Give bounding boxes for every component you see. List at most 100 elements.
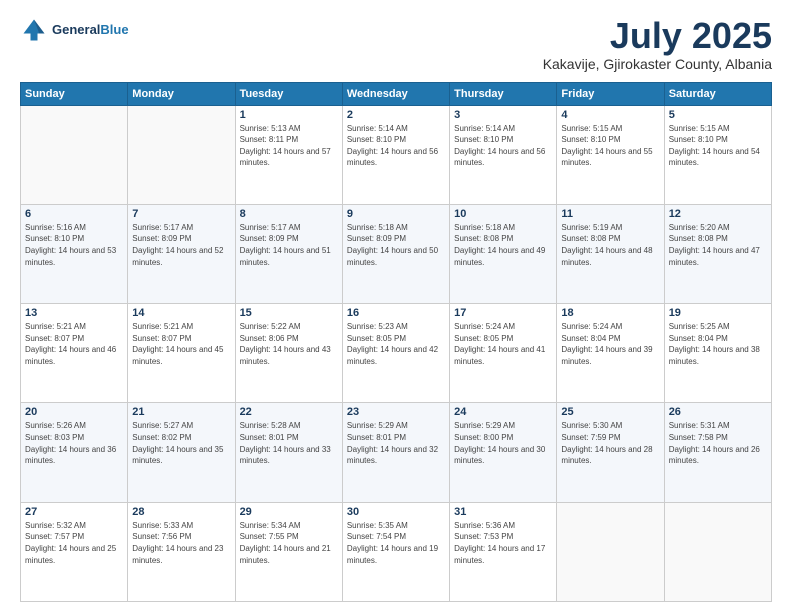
daylight-text: Daylight: 14 hours and 51 minutes. <box>240 246 331 267</box>
sunrise-text: Sunrise: 5:24 AM <box>561 322 622 331</box>
sunrise-text: Sunrise: 5:17 AM <box>132 223 193 232</box>
sunrise-text: Sunrise: 5:19 AM <box>561 223 622 232</box>
day-info: Sunrise: 5:34 AMSunset: 7:55 PMDaylight:… <box>240 520 338 566</box>
sunrise-text: Sunrise: 5:15 AM <box>669 124 730 133</box>
calendar-cell-2-2: 15 Sunrise: 5:22 AM Sunset: 8:06 PM Dayligh… <box>235 304 342 403</box>
sunrise-text: Sunrise: 5:22 AM <box>240 322 301 331</box>
calendar-cell-2-4: 17Sunrise: 5:24 AMSunset: 8:05 PMDayligh… <box>450 304 557 403</box>
sunrise-text: Sunrise: 5:27 AM <box>132 421 193 430</box>
day-info: Sunrise: 5:24 AM Sunset: 8:05 PM Daylight:… <box>454 321 552 367</box>
sunset-text: Sunset: 8:06 PM <box>240 334 299 343</box>
sunset-text: Sunset: 8:07 PM <box>132 334 191 343</box>
sunrise-text: Sunrise: 5:29 AM <box>454 421 515 430</box>
day-info: Sunrise: 5:14 AMSunset: 8:10 PMDaylight:… <box>347 123 445 169</box>
sunrise-text: Sunrise: 5:34 AM <box>240 521 301 530</box>
day-number: 5 <box>669 109 767 121</box>
calendar-cell-4-2: 29Sunrise: 5:34 AMSunset: 7:55 PMDayligh… <box>235 502 342 601</box>
daylight-text: Daylight: 14 hours and 32 minutes. <box>347 445 438 466</box>
calendar-cell-4-0: 27Sunrise: 5:32 AMSunset: 7:57 PMDayligh… <box>21 502 128 601</box>
calendar-cell-0-6: 5 Sunrise: 5:15 AMSunset: 8:10 PMDaylight… <box>664 105 771 204</box>
sunset-text: Sunset: 7:57 PM <box>25 532 84 541</box>
calendar-cell-4-3: 30Sunrise: 5:35 AMSunset: 7:54 PMDayligh… <box>342 502 449 601</box>
day-info: Sunrise: 5:19 AMSunset: 8:08 PMDaylight:… <box>561 222 659 268</box>
calendar-cell-2-0: 13Sunrise: 5:21 AMSunset: 8:07 PMDayligh… <box>21 304 128 403</box>
sunset-text: Sunset: 8:01 PM <box>240 433 299 442</box>
day-info: Sunrise: 5:30 AMSunset: 7:59 PMDaylight:… <box>561 420 659 466</box>
sunrise-text: Sunrise: 5:33 AM <box>132 521 193 530</box>
day-number: 11 <box>561 208 659 220</box>
daylight-text: Daylight: 14 hours and 23 minutes. <box>132 544 223 565</box>
daylight-text: Daylight: 14 hours and 19 minutes. <box>347 544 438 565</box>
day-info: Sunrise: 5:23 AMSunset: 8:05 PMDaylight:… <box>347 321 445 367</box>
daylight-text: Daylight: 14 hours and 55 minutes. <box>561 147 652 168</box>
calendar-cell-3-5: 25 Sunrise: 5:30 AMSunset: 7:59 PMDayligh… <box>557 403 664 502</box>
sunset-text: Sunset: 8:10 PM <box>454 135 513 144</box>
sunrise-text: Sunrise: 5:36 AM <box>454 521 515 530</box>
daylight-text: Daylight: 14 hours and 41 minutes. <box>454 345 545 366</box>
calendar-cell-4-5 <box>557 502 664 601</box>
day-number: 13 <box>25 307 123 319</box>
sunrise-text: Sunrise: 5:35 AM <box>347 521 408 530</box>
day-info: Sunrise: 5:31 AMSunset: 7:58 PMDaylight:… <box>669 420 767 466</box>
sunset-text: Sunset: 7:56 PM <box>132 532 191 541</box>
day-info: Sunrise: 5:18 AMSunset: 8:08 PMDaylight:… <box>454 222 552 268</box>
sunrise-text: Sunrise: 5:26 AM <box>25 421 86 430</box>
day-number: 21 <box>132 406 230 418</box>
day-number: 28 <box>132 506 230 518</box>
day-info: Sunrise: 5:15 AMSunset: 8:10 PMDaylight:… <box>561 123 659 169</box>
day-number: 31 <box>454 506 552 518</box>
day-number: 25 <box>561 406 659 418</box>
week-row-5: 27 Sunrise: 5:32 AM Sunset: 7:57 PM Dayligh… <box>21 502 772 601</box>
day-info: Sunrise: 5:14 AMSunset: 8:10 PMDaylight:… <box>454 123 552 169</box>
day-number: 27 <box>25 506 123 518</box>
sunset-text: Sunset: 8:09 PM <box>347 234 406 243</box>
header-sunday: Sunday <box>21 82 128 105</box>
day-number: 24 <box>454 406 552 418</box>
daylight-text: Daylight: 14 hours and 53 minutes. <box>25 246 116 267</box>
sunrise-text: Sunrise: 5:24 AM <box>454 322 515 331</box>
day-number: 15 <box>240 307 338 319</box>
sunset-text: Sunset: 8:04 PM <box>669 334 728 343</box>
calendar-cell-4-1: 28 Sunrise: 5:33 AM Sunset: 7:56 PM Dayligh… <box>128 502 235 601</box>
calendar-cell-1-2: 8Sunrise: 5:17 AMSunset: 8:09 PMDaylight… <box>235 204 342 303</box>
day-number: 2 <box>347 109 445 121</box>
calendar-cell-1-1: 7Sunrise: 5:17 AMSunset: 8:09 PMDaylight… <box>128 204 235 303</box>
logo-icon <box>20 16 48 44</box>
day-number: 3 <box>454 109 552 121</box>
title-block: July 2025 Kakavije, Gjirokaster County, … <box>543 16 772 72</box>
calendar-cell-4-4: 31Sunrise: 5:36 AMSunset: 7:53 PMDayligh… <box>450 502 557 601</box>
calendar-cell-3-1: 21Sunrise: 5:27 AMSunset: 8:02 PMDayligh… <box>128 403 235 502</box>
sunrise-text: Sunrise: 5:15 AM <box>561 124 622 133</box>
calendar-cell-0-4: 3 Sunrise: 5:14 AMSunset: 8:10 PMDaylight… <box>450 105 557 204</box>
daylight-text: Daylight: 14 hours and 42 minutes. <box>347 345 438 366</box>
daylight-text: Daylight: 14 hours and 30 minutes. <box>454 445 545 466</box>
calendar-table: Sunday Monday Tuesday Wednesday Thursday… <box>20 82 772 602</box>
week-row-3: 13 Sunrise: 5:21 AM Sunset: 8:07 PM Dayligh… <box>21 304 772 403</box>
sunrise-text: Sunrise: 5:23 AM <box>347 322 408 331</box>
day-number: 4 <box>561 109 659 121</box>
sunset-text: Sunset: 8:05 PM <box>454 334 513 343</box>
calendar-cell-0-5: 4 Sunrise: 5:15 AMSunset: 8:10 PMDaylight… <box>557 105 664 204</box>
day-info: Sunrise: 5:35 AMSunset: 7:54 PMDaylight:… <box>347 520 445 566</box>
sunrise-text: Sunrise: 5:21 AM <box>132 322 193 331</box>
sunset-text: Sunset: 8:10 PM <box>347 135 406 144</box>
sunset-text: Sunset: 8:00 PM <box>454 433 513 442</box>
day-info: Sunrise: 5:15 AMSunset: 8:10 PMDaylight:… <box>669 123 767 169</box>
sunrise-text: Sunrise: 5:32 AM <box>25 521 86 530</box>
day-number: 23 <box>347 406 445 418</box>
sunset-text: Sunset: 8:11 PM <box>240 135 299 144</box>
day-number: 26 <box>669 406 767 418</box>
calendar-cell-3-2: 22Sunrise: 5:28 AMSunset: 8:01 PMDayligh… <box>235 403 342 502</box>
calendar-header-row: Sunday Monday Tuesday Wednesday Thursday… <box>21 82 772 105</box>
header-wednesday: Wednesday <box>342 82 449 105</box>
calendar-cell-1-0: 6Sunrise: 5:16 AMSunset: 8:10 PMDaylight… <box>21 204 128 303</box>
logo-text: GeneralBlue <box>52 22 129 38</box>
sunrise-text: Sunrise: 5:28 AM <box>240 421 301 430</box>
calendar-cell-1-4: 10Sunrise: 5:18 AMSunset: 8:08 PMDayligh… <box>450 204 557 303</box>
calendar-cell-3-3: 23Sunrise: 5:29 AMSunset: 8:01 PMDayligh… <box>342 403 449 502</box>
day-number: 6 <box>25 208 123 220</box>
sunset-text: Sunset: 8:02 PM <box>132 433 191 442</box>
daylight-text: Daylight: 14 hours and 43 minutes. <box>240 345 331 366</box>
sunset-text: Sunset: 7:58 PM <box>669 433 728 442</box>
sunrise-text: Sunrise: 5:31 AM <box>669 421 730 430</box>
